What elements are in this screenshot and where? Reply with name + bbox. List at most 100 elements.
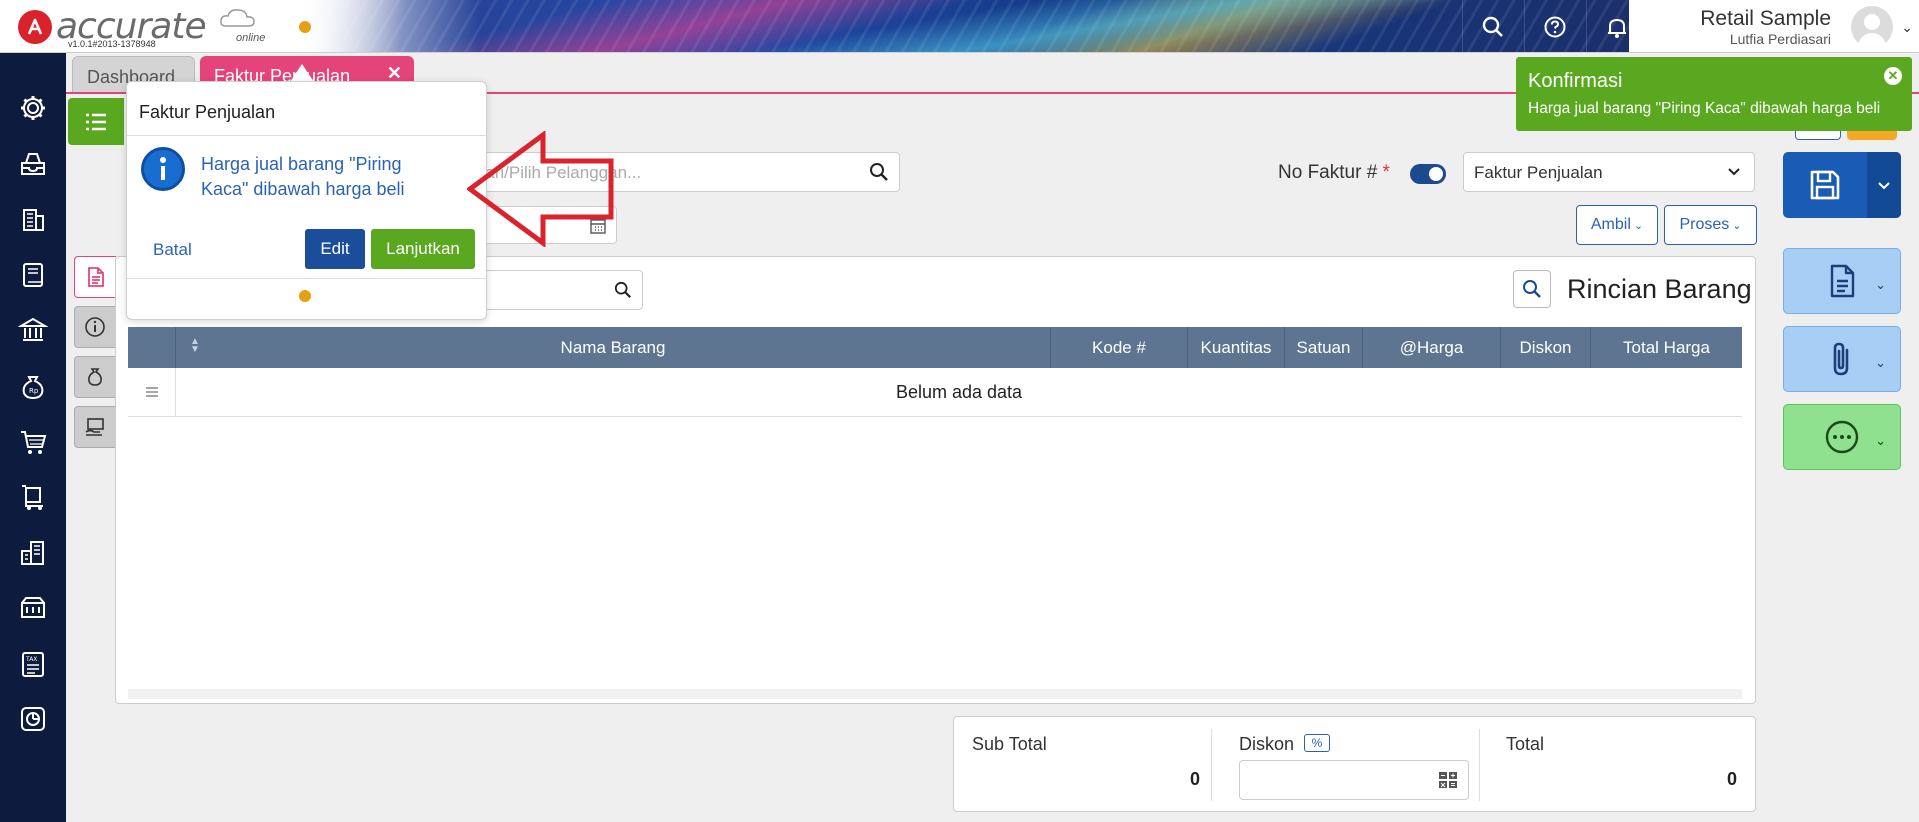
list-icon xyxy=(86,113,106,130)
help-button[interactable] xyxy=(1524,0,1584,52)
chevron-down-icon: ⌄ xyxy=(1875,277,1886,292)
percent-toggle[interactable]: % xyxy=(1304,734,1330,752)
tax-icon[interactable]: TAX xyxy=(13,644,53,684)
invoice-type-value: Faktur Penjualan xyxy=(1474,163,1603,182)
table-header: ▲ ▼ Nama Barang Kode # Kuantitas Satuan @… xyxy=(128,327,1742,368)
tab-costs[interactable] xyxy=(74,356,116,398)
item-search-input[interactable] xyxy=(460,270,643,310)
table-row: Belum ada data xyxy=(128,368,1742,417)
info-icon xyxy=(141,147,185,191)
factory-icon[interactable] xyxy=(13,588,53,628)
search-icon xyxy=(1523,280,1541,298)
chevron-down-icon: ⌄ xyxy=(1875,355,1886,370)
column-header-harga[interactable]: @Harga xyxy=(1363,327,1501,368)
column-header-satuan[interactable]: Satuan xyxy=(1285,327,1363,368)
edit-button[interactable]: Edit xyxy=(305,229,365,269)
cart-icon[interactable] xyxy=(13,422,53,462)
chevron-down-icon xyxy=(1728,168,1740,176)
more-icon xyxy=(1825,420,1859,454)
subtotal-label: Sub Total xyxy=(972,734,1047,754)
money-bag-icon xyxy=(88,368,102,386)
totals-panel: Sub Total 0 Diskon % Total 0 xyxy=(953,716,1756,812)
drag-handle-icon[interactable] xyxy=(128,368,176,416)
annotation-arrow-icon xyxy=(467,131,614,247)
header-banner xyxy=(300,0,1640,52)
more-options-button[interactable]: ⌄ xyxy=(1783,404,1901,470)
money-bag-icon[interactable]: Rp xyxy=(13,366,53,406)
proses-button[interactable]: Proses ⌄ xyxy=(1664,205,1757,245)
book-icon[interactable] xyxy=(13,255,53,295)
section-title: Rincian Barang xyxy=(1567,274,1752,304)
logo-mark-icon xyxy=(18,9,52,44)
warehouse-icon[interactable] xyxy=(13,533,53,573)
bell-icon xyxy=(1607,18,1626,38)
sort-icon[interactable]: ▲ ▼ xyxy=(190,337,200,355)
building-icon[interactable] xyxy=(13,199,53,239)
close-icon[interactable]: ✕ xyxy=(1884,67,1902,85)
left-sidebar: Rp TAX xyxy=(0,53,66,822)
gear-icon[interactable] xyxy=(13,88,53,128)
column-header-total[interactable]: Total Harga xyxy=(1591,327,1742,368)
search-icon[interactable] xyxy=(614,281,632,299)
total-label: Total xyxy=(1506,734,1545,754)
indicator-dot xyxy=(299,290,311,302)
column-header-nama[interactable]: ▲ ▼ Nama Barang xyxy=(176,327,1051,368)
chevron-down-icon: ⌄ xyxy=(1732,219,1742,232)
subtotal-value: 0 xyxy=(1189,769,1200,789)
document-icon xyxy=(87,267,104,287)
payment-icon xyxy=(85,418,104,436)
save-main[interactable] xyxy=(1783,152,1867,218)
chevron-down-icon: ⌄ xyxy=(1875,433,1886,448)
save-button[interactable] xyxy=(1783,152,1901,218)
continue-button[interactable]: Lanjutkan xyxy=(371,229,475,269)
ambil-button[interactable]: Ambil ⌄ xyxy=(1576,205,1658,245)
cancel-button[interactable]: Batal xyxy=(153,240,192,260)
calculator-icon[interactable] xyxy=(1438,771,1458,789)
column-header-kode[interactable]: Kode # xyxy=(1051,327,1188,368)
tab-info[interactable] xyxy=(74,306,116,348)
toast-message: Harga jual barang "Piring Kaca" dibawah … xyxy=(1528,100,1881,117)
table-body xyxy=(128,417,1742,689)
popover-message: Harga jual barang "Piring Kaca" dibawah … xyxy=(201,154,405,199)
column-header-kuantitas[interactable]: Kuantitas xyxy=(1188,327,1285,368)
auto-number-toggle[interactable] xyxy=(1410,164,1446,184)
confirmation-popover: Faktur Penjualan Harga jual barang "Piri… xyxy=(126,81,487,320)
help-icon xyxy=(1544,16,1565,37)
report-icon[interactable] xyxy=(13,699,53,739)
list-view-button[interactable] xyxy=(68,98,124,145)
user-name: Lutfia Perdiasari xyxy=(1729,31,1831,47)
row-handle-header xyxy=(128,327,176,368)
search-icon[interactable] xyxy=(869,162,889,182)
no-faktur-label: No Faktur # * xyxy=(1278,162,1390,183)
inbox-icon[interactable] xyxy=(13,144,53,184)
search-icon xyxy=(1482,16,1503,37)
notification-dot xyxy=(299,21,311,33)
info-icon xyxy=(85,317,105,337)
delivery-icon[interactable] xyxy=(13,477,53,517)
save-icon xyxy=(1810,170,1840,200)
logo-cloud: online xyxy=(218,6,265,44)
company-name: Retail Sample xyxy=(1700,7,1831,30)
svg-text:TAX: TAX xyxy=(25,656,37,663)
tab-payment[interactable] xyxy=(74,406,116,448)
paperclip-icon xyxy=(1833,342,1849,376)
save-dropdown[interactable] xyxy=(1867,152,1901,218)
app-version: v1.0.1#2013-1378948 xyxy=(68,39,156,49)
user-menu[interactable]: Retail Sample Lutfia Perdiasari ⌄ xyxy=(1629,0,1919,52)
rincian-search-button[interactable] xyxy=(1513,270,1551,308)
horizontal-scrollbar[interactable] xyxy=(128,689,1742,699)
tab-details[interactable] xyxy=(74,256,116,298)
document-button[interactable]: ⌄ xyxy=(1783,248,1901,314)
top-header: accurate online v1.0.1#2013-1378948 Reta… xyxy=(0,0,1919,53)
logo-subtext: online xyxy=(236,32,266,44)
search-button[interactable] xyxy=(1462,0,1522,52)
discount-input[interactable] xyxy=(1239,760,1469,800)
confirmation-toast: Konfirmasi Harga jual barang "Piring Kac… xyxy=(1516,57,1912,131)
avatar[interactable] xyxy=(1851,6,1893,48)
column-header-diskon[interactable]: Diskon xyxy=(1501,327,1591,368)
attachment-button[interactable]: ⌄ xyxy=(1783,326,1901,392)
invoice-type-select[interactable]: Faktur Penjualan xyxy=(1463,152,1755,192)
chevron-down-icon[interactable]: ⌄ xyxy=(1901,19,1913,36)
diskon-label: Diskon xyxy=(1239,734,1295,754)
bank-icon[interactable] xyxy=(13,310,53,350)
